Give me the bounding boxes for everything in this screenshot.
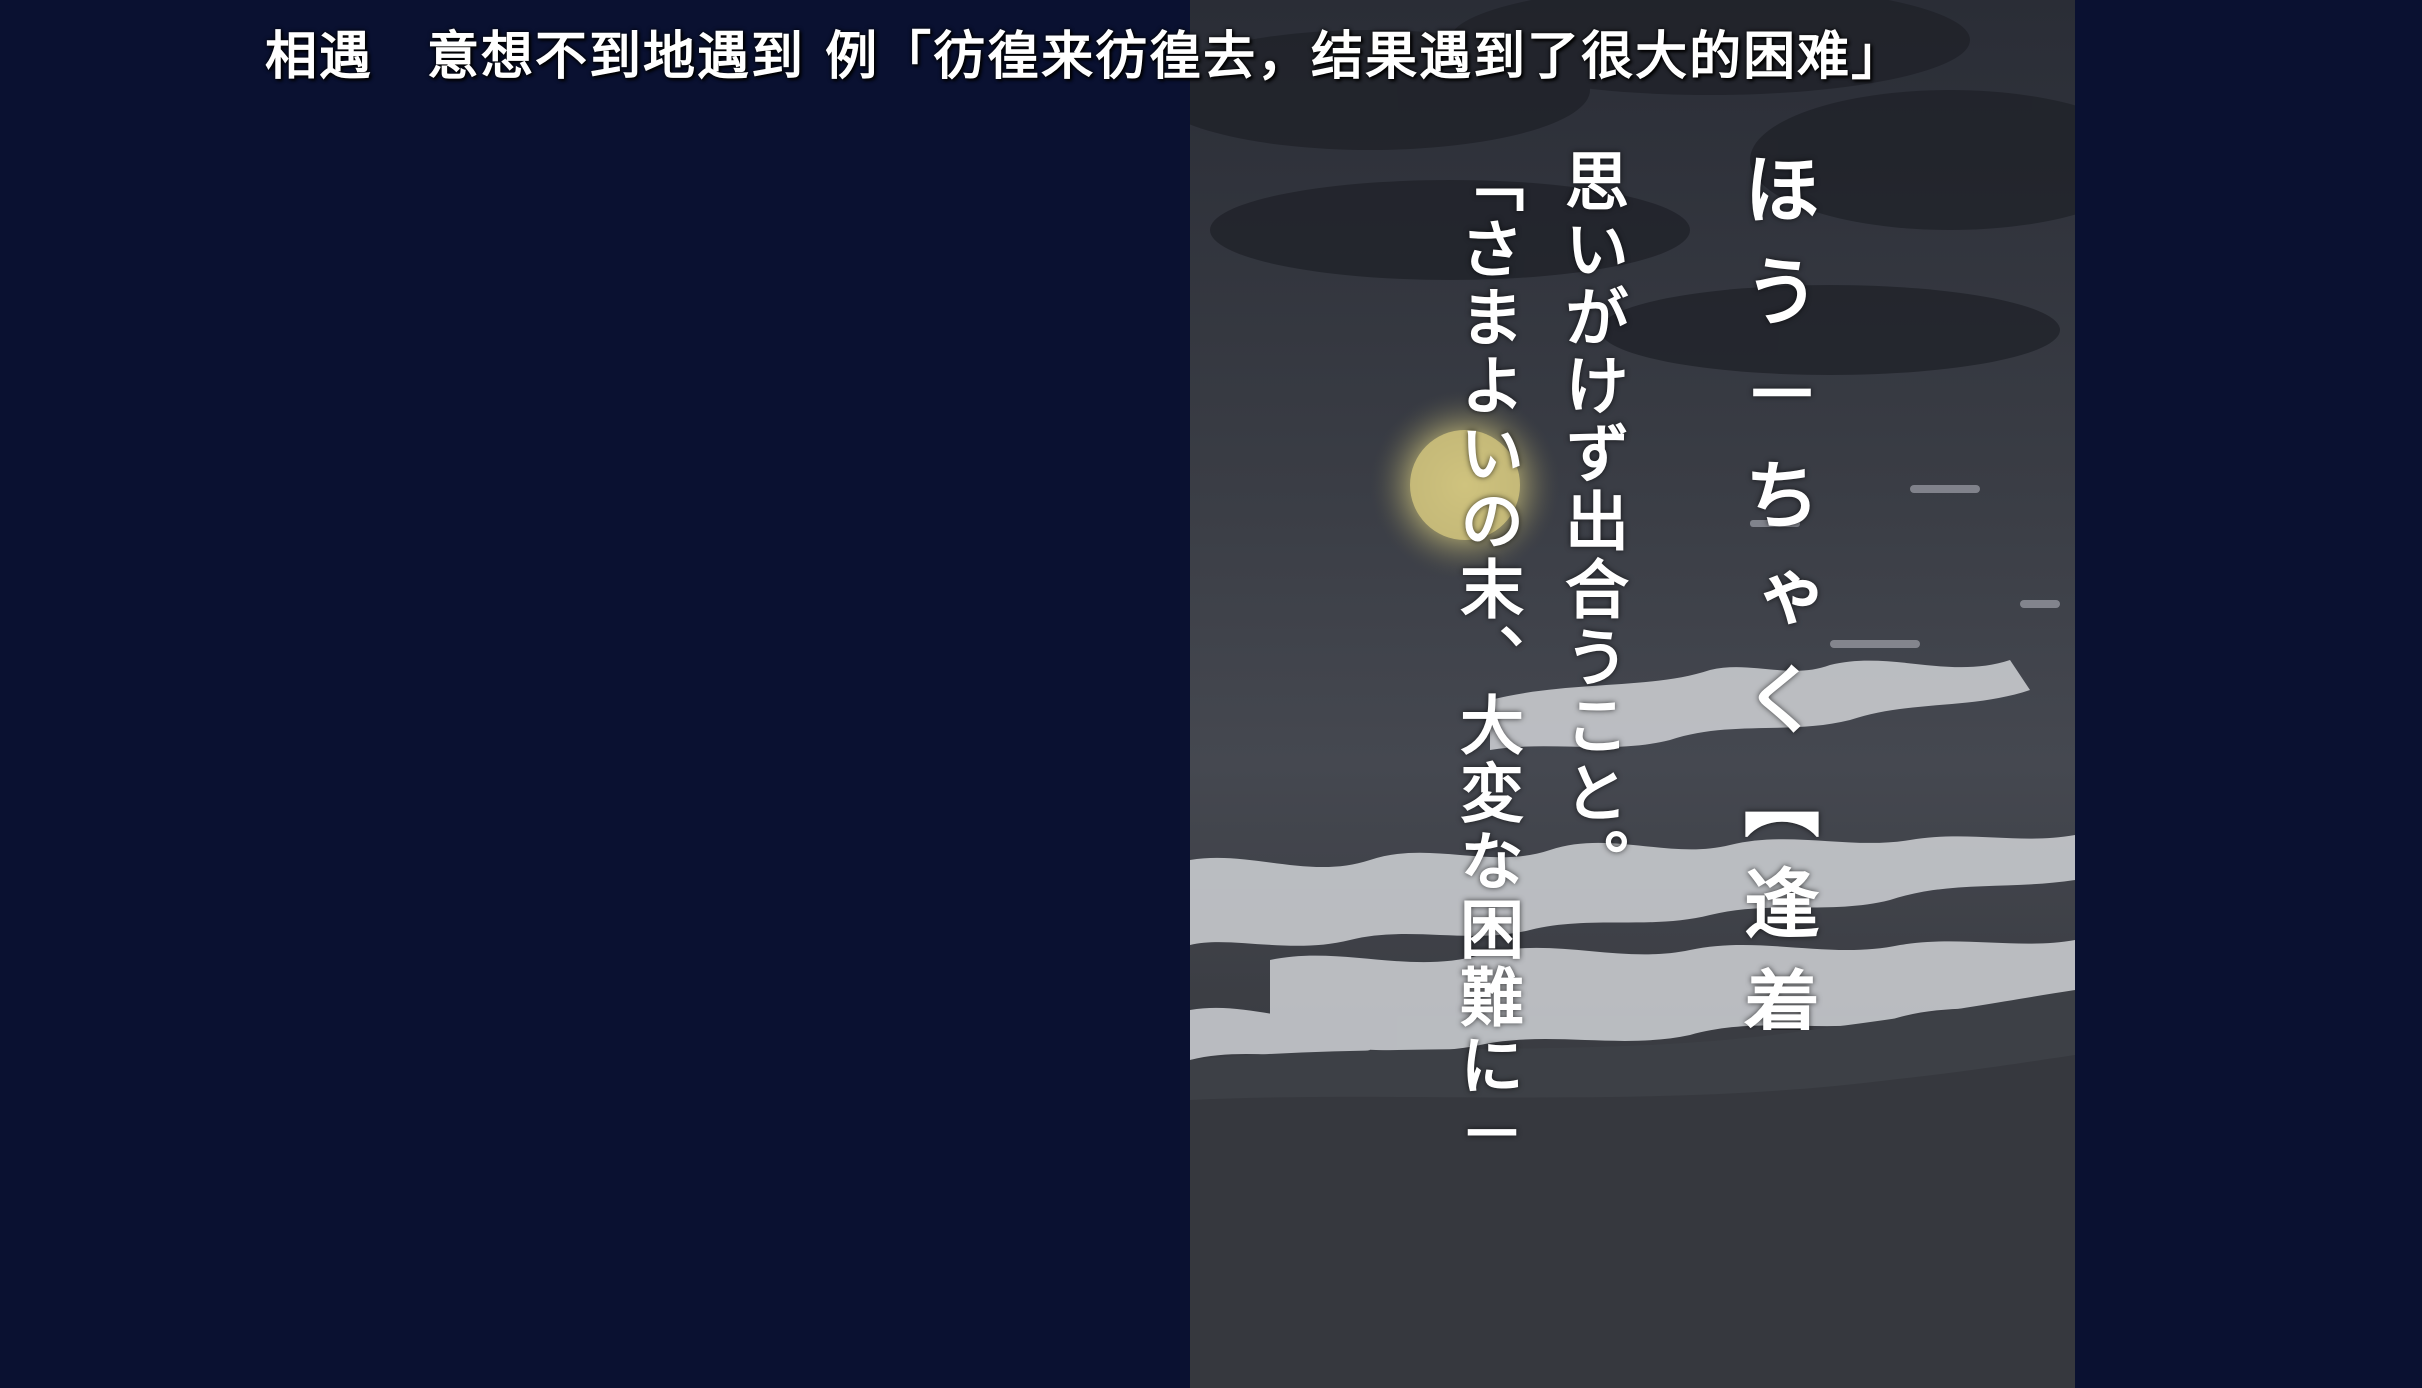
video-frame: 相遇 意想不到地遇到 例「彷徨来彷徨去，结果遇到了很大的困难」 ほう－ちゃく【逢…	[0, 0, 2422, 1388]
left-dark-panel	[0, 0, 1190, 1388]
entry-definition: 思いがけず出合うこと。	[1554, 148, 1629, 896]
entry-reading-heading: ほう－ちゃく【逢着	[1731, 150, 1820, 1030]
entry-example: 「さまよいの末、大変な困難に－	[1449, 148, 1524, 1168]
right-dark-panel	[2075, 0, 2422, 1388]
chinese-subtitle: 相遇 意想不到地遇到 例「彷徨来彷徨去，结果遇到了很大的困难」	[265, 27, 1906, 87]
